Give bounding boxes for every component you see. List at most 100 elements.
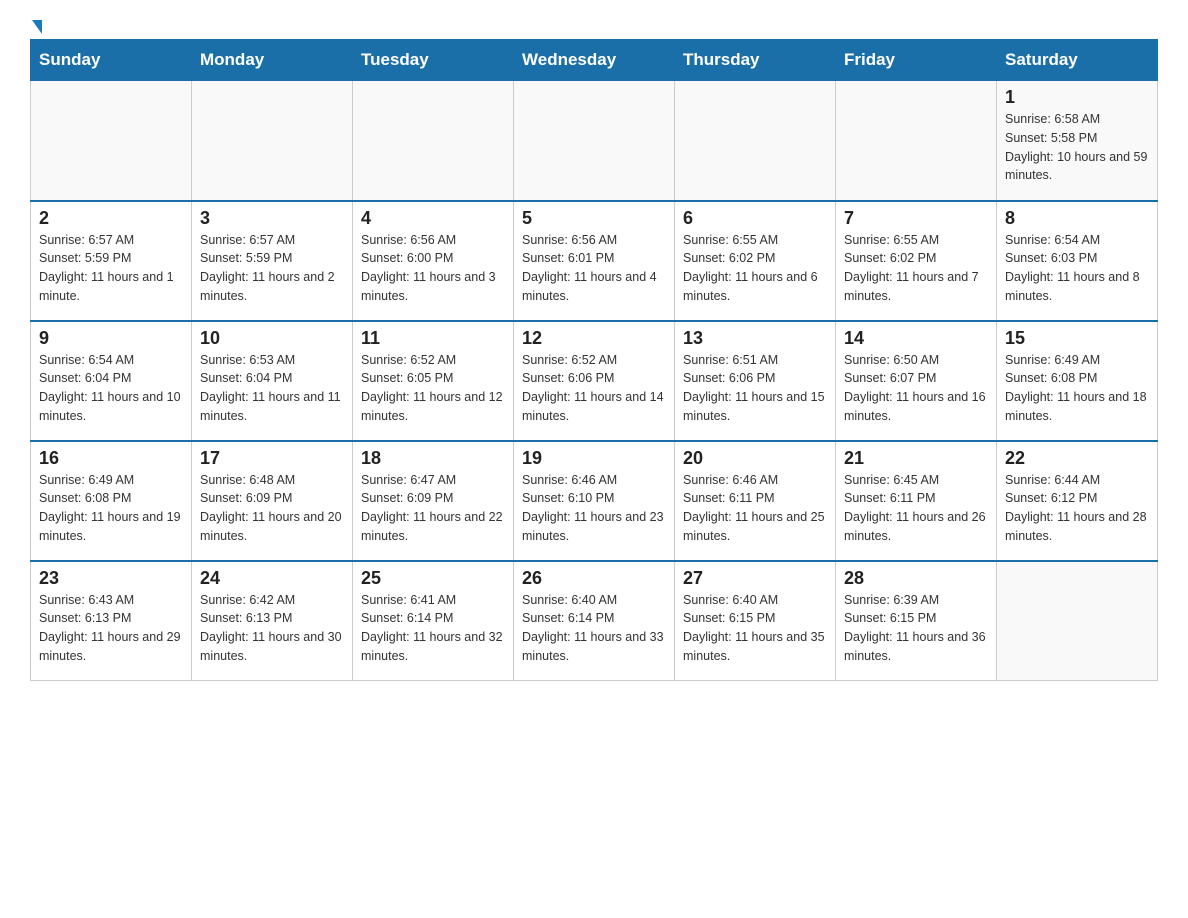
day-info: Sunrise: 6:56 AM Sunset: 6:01 PM Dayligh…: [522, 231, 666, 306]
calendar-header-row: SundayMondayTuesdayWednesdayThursdayFrid…: [31, 40, 1158, 81]
day-number: 20: [683, 448, 827, 469]
day-header-saturday: Saturday: [997, 40, 1158, 81]
calendar-day-cell: 20Sunrise: 6:46 AM Sunset: 6:11 PM Dayli…: [675, 441, 836, 561]
day-info: Sunrise: 6:42 AM Sunset: 6:13 PM Dayligh…: [200, 591, 344, 666]
day-number: 28: [844, 568, 988, 589]
calendar-day-cell: 24Sunrise: 6:42 AM Sunset: 6:13 PM Dayli…: [192, 561, 353, 681]
calendar-day-cell: [514, 81, 675, 201]
calendar-day-cell: 9Sunrise: 6:54 AM Sunset: 6:04 PM Daylig…: [31, 321, 192, 441]
day-number: 4: [361, 208, 505, 229]
calendar-day-cell: 15Sunrise: 6:49 AM Sunset: 6:08 PM Dayli…: [997, 321, 1158, 441]
day-number: 14: [844, 328, 988, 349]
calendar-day-cell: 7Sunrise: 6:55 AM Sunset: 6:02 PM Daylig…: [836, 201, 997, 321]
day-number: 25: [361, 568, 505, 589]
day-number: 11: [361, 328, 505, 349]
day-info: Sunrise: 6:43 AM Sunset: 6:13 PM Dayligh…: [39, 591, 183, 666]
day-number: 1: [1005, 87, 1149, 108]
calendar-week-row: 9Sunrise: 6:54 AM Sunset: 6:04 PM Daylig…: [31, 321, 1158, 441]
calendar-day-cell: 6Sunrise: 6:55 AM Sunset: 6:02 PM Daylig…: [675, 201, 836, 321]
calendar-day-cell: 2Sunrise: 6:57 AM Sunset: 5:59 PM Daylig…: [31, 201, 192, 321]
day-header-thursday: Thursday: [675, 40, 836, 81]
day-header-friday: Friday: [836, 40, 997, 81]
calendar-day-cell: [997, 561, 1158, 681]
day-number: 17: [200, 448, 344, 469]
calendar-day-cell: 25Sunrise: 6:41 AM Sunset: 6:14 PM Dayli…: [353, 561, 514, 681]
calendar-day-cell: 21Sunrise: 6:45 AM Sunset: 6:11 PM Dayli…: [836, 441, 997, 561]
day-info: Sunrise: 6:55 AM Sunset: 6:02 PM Dayligh…: [683, 231, 827, 306]
calendar-day-cell: 5Sunrise: 6:56 AM Sunset: 6:01 PM Daylig…: [514, 201, 675, 321]
day-number: 27: [683, 568, 827, 589]
calendar-day-cell: 10Sunrise: 6:53 AM Sunset: 6:04 PM Dayli…: [192, 321, 353, 441]
day-info: Sunrise: 6:46 AM Sunset: 6:10 PM Dayligh…: [522, 471, 666, 546]
calendar-day-cell: 26Sunrise: 6:40 AM Sunset: 6:14 PM Dayli…: [514, 561, 675, 681]
calendar-day-cell: 11Sunrise: 6:52 AM Sunset: 6:05 PM Dayli…: [353, 321, 514, 441]
calendar-day-cell: 19Sunrise: 6:46 AM Sunset: 6:10 PM Dayli…: [514, 441, 675, 561]
day-number: 15: [1005, 328, 1149, 349]
calendar-day-cell: 16Sunrise: 6:49 AM Sunset: 6:08 PM Dayli…: [31, 441, 192, 561]
calendar-day-cell: 23Sunrise: 6:43 AM Sunset: 6:13 PM Dayli…: [31, 561, 192, 681]
page-header: [30, 20, 1158, 29]
day-info: Sunrise: 6:54 AM Sunset: 6:04 PM Dayligh…: [39, 351, 183, 426]
day-info: Sunrise: 6:49 AM Sunset: 6:08 PM Dayligh…: [39, 471, 183, 546]
day-info: Sunrise: 6:54 AM Sunset: 6:03 PM Dayligh…: [1005, 231, 1149, 306]
calendar-day-cell: 1Sunrise: 6:58 AM Sunset: 5:58 PM Daylig…: [997, 81, 1158, 201]
day-number: 24: [200, 568, 344, 589]
day-number: 5: [522, 208, 666, 229]
day-number: 7: [844, 208, 988, 229]
calendar-day-cell: 28Sunrise: 6:39 AM Sunset: 6:15 PM Dayli…: [836, 561, 997, 681]
calendar-day-cell: 14Sunrise: 6:50 AM Sunset: 6:07 PM Dayli…: [836, 321, 997, 441]
day-info: Sunrise: 6:47 AM Sunset: 6:09 PM Dayligh…: [361, 471, 505, 546]
day-info: Sunrise: 6:53 AM Sunset: 6:04 PM Dayligh…: [200, 351, 344, 426]
day-number: 22: [1005, 448, 1149, 469]
calendar-day-cell: 22Sunrise: 6:44 AM Sunset: 6:12 PM Dayli…: [997, 441, 1158, 561]
day-number: 16: [39, 448, 183, 469]
day-number: 2: [39, 208, 183, 229]
day-number: 8: [1005, 208, 1149, 229]
day-header-sunday: Sunday: [31, 40, 192, 81]
calendar-week-row: 16Sunrise: 6:49 AM Sunset: 6:08 PM Dayli…: [31, 441, 1158, 561]
calendar-day-cell: 4Sunrise: 6:56 AM Sunset: 6:00 PM Daylig…: [353, 201, 514, 321]
calendar-week-row: 1Sunrise: 6:58 AM Sunset: 5:58 PM Daylig…: [31, 81, 1158, 201]
calendar-table: SundayMondayTuesdayWednesdayThursdayFrid…: [30, 39, 1158, 681]
day-info: Sunrise: 6:48 AM Sunset: 6:09 PM Dayligh…: [200, 471, 344, 546]
day-header-wednesday: Wednesday: [514, 40, 675, 81]
day-number: 23: [39, 568, 183, 589]
day-info: Sunrise: 6:46 AM Sunset: 6:11 PM Dayligh…: [683, 471, 827, 546]
day-number: 9: [39, 328, 183, 349]
day-number: 13: [683, 328, 827, 349]
logo: [30, 20, 42, 29]
day-info: Sunrise: 6:51 AM Sunset: 6:06 PM Dayligh…: [683, 351, 827, 426]
day-info: Sunrise: 6:57 AM Sunset: 5:59 PM Dayligh…: [200, 231, 344, 306]
day-info: Sunrise: 6:50 AM Sunset: 6:07 PM Dayligh…: [844, 351, 988, 426]
day-info: Sunrise: 6:40 AM Sunset: 6:15 PM Dayligh…: [683, 591, 827, 666]
day-number: 12: [522, 328, 666, 349]
day-info: Sunrise: 6:57 AM Sunset: 5:59 PM Dayligh…: [39, 231, 183, 306]
day-number: 19: [522, 448, 666, 469]
calendar-week-row: 23Sunrise: 6:43 AM Sunset: 6:13 PM Dayli…: [31, 561, 1158, 681]
calendar-day-cell: 27Sunrise: 6:40 AM Sunset: 6:15 PM Dayli…: [675, 561, 836, 681]
day-info: Sunrise: 6:41 AM Sunset: 6:14 PM Dayligh…: [361, 591, 505, 666]
day-number: 10: [200, 328, 344, 349]
logo-triangle-icon: [32, 20, 42, 34]
calendar-day-cell: 12Sunrise: 6:52 AM Sunset: 6:06 PM Dayli…: [514, 321, 675, 441]
calendar-day-cell: 18Sunrise: 6:47 AM Sunset: 6:09 PM Dayli…: [353, 441, 514, 561]
calendar-week-row: 2Sunrise: 6:57 AM Sunset: 5:59 PM Daylig…: [31, 201, 1158, 321]
calendar-day-cell: [836, 81, 997, 201]
day-info: Sunrise: 6:52 AM Sunset: 6:05 PM Dayligh…: [361, 351, 505, 426]
calendar-day-cell: 8Sunrise: 6:54 AM Sunset: 6:03 PM Daylig…: [997, 201, 1158, 321]
day-info: Sunrise: 6:52 AM Sunset: 6:06 PM Dayligh…: [522, 351, 666, 426]
day-info: Sunrise: 6:58 AM Sunset: 5:58 PM Dayligh…: [1005, 110, 1149, 185]
calendar-day-cell: [675, 81, 836, 201]
day-info: Sunrise: 6:49 AM Sunset: 6:08 PM Dayligh…: [1005, 351, 1149, 426]
day-number: 3: [200, 208, 344, 229]
day-header-tuesday: Tuesday: [353, 40, 514, 81]
day-number: 18: [361, 448, 505, 469]
day-number: 6: [683, 208, 827, 229]
day-info: Sunrise: 6:39 AM Sunset: 6:15 PM Dayligh…: [844, 591, 988, 666]
day-info: Sunrise: 6:45 AM Sunset: 6:11 PM Dayligh…: [844, 471, 988, 546]
calendar-day-cell: 3Sunrise: 6:57 AM Sunset: 5:59 PM Daylig…: [192, 201, 353, 321]
day-info: Sunrise: 6:56 AM Sunset: 6:00 PM Dayligh…: [361, 231, 505, 306]
calendar-day-cell: [31, 81, 192, 201]
day-number: 26: [522, 568, 666, 589]
day-number: 21: [844, 448, 988, 469]
